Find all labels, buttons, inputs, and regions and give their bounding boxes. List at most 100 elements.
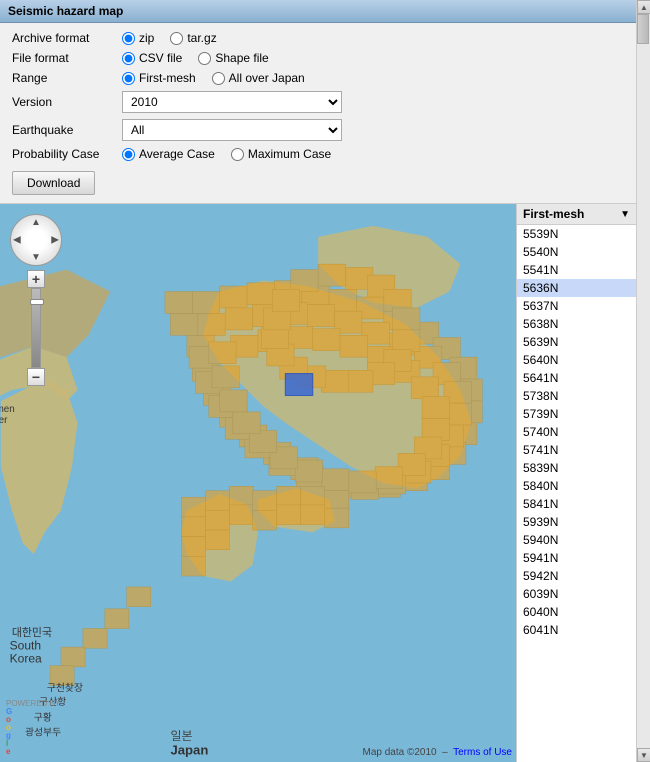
svg-text:일본: 일본 [170, 729, 192, 743]
mesh-panel: First-mesh ▼ 5539N5540N5541N5636N5637N56… [516, 204, 636, 762]
control-panel: Archive format zip tar.gz File format [0, 23, 636, 204]
google-text: Google [6, 708, 60, 756]
mesh-list-item[interactable]: 5541N [517, 261, 636, 279]
range-all-japan-option[interactable]: All over Japan [212, 71, 305, 85]
maximum-case-label: Maximum Case [248, 147, 331, 161]
title-bar: Seismic hazard map [0, 0, 636, 23]
zoom-controls: + − [10, 270, 62, 386]
archive-format-row: Archive format zip tar.gz [12, 31, 624, 45]
svg-text:대한민국: 대한민국 [12, 626, 52, 639]
probability-case-row: Probability Case Average Case Maximum Ca… [12, 147, 624, 161]
probability-case-label: Probability Case [12, 147, 122, 161]
average-case-option[interactable]: Average Case [122, 147, 215, 161]
range-first-mesh-label: First-mesh [139, 71, 196, 85]
file-csv-option[interactable]: CSV file [122, 51, 182, 65]
japan-map: 일본 Japan 대한민국 South Korea 구천찾장 구산항 구황 광성… [0, 204, 516, 762]
maximum-case-option[interactable]: Maximum Case [231, 147, 331, 161]
mesh-list-item[interactable]: 6041N [517, 621, 636, 639]
mesh-list-item[interactable]: 5740N [517, 423, 636, 441]
range-row: Range First-mesh All over Japan [12, 71, 624, 85]
file-format-label: File format [12, 51, 122, 65]
average-case-label: Average Case [139, 147, 215, 161]
terms-of-use-link[interactable]: Terms of Use [453, 747, 512, 758]
mesh-header-label: First-mesh [523, 207, 584, 221]
nav-pan-control[interactable]: ▲ ▼ ◀ ▶ [10, 214, 62, 266]
mesh-list[interactable]: 5539N5540N5541N5636N5637N5638N5639N5640N… [517, 225, 636, 762]
archive-targz-radio[interactable] [170, 32, 183, 45]
probability-case-controls: Average Case Maximum Case [122, 147, 331, 161]
file-csv-radio[interactable] [122, 52, 135, 65]
file-shape-label: Shape file [215, 51, 268, 65]
pan-left-arrow[interactable]: ◀ [13, 235, 21, 246]
svg-text:River: River [0, 415, 8, 426]
mesh-list-item[interactable]: 5738N [517, 387, 636, 405]
earthquake-controls: All [122, 119, 342, 141]
pan-up-arrow[interactable]: ▲ [31, 217, 41, 228]
map-footer: Map data ©2010 – Terms of Use [363, 747, 513, 758]
file-format-controls: CSV file Shape file [122, 51, 269, 65]
zoom-in-button[interactable]: + [27, 270, 45, 288]
version-row: Version 2010 2009 2008 [12, 91, 624, 113]
archive-targz-label: tar.gz [187, 31, 216, 45]
file-shape-option[interactable]: Shape file [198, 51, 268, 65]
archive-zip-label: zip [139, 31, 154, 45]
zoom-slider[interactable] [31, 288, 41, 368]
mesh-list-item[interactable]: 5839N [517, 459, 636, 477]
average-case-radio[interactable] [122, 148, 135, 161]
archive-zip-radio[interactable] [122, 32, 135, 45]
range-first-mesh-radio[interactable] [122, 72, 135, 85]
mesh-list-item[interactable]: 5941N [517, 549, 636, 567]
version-controls: 2010 2009 2008 [122, 91, 342, 113]
mesh-list-item[interactable]: 5942N [517, 567, 636, 585]
earthquake-select[interactable]: All [122, 119, 342, 141]
zoom-thumb[interactable] [30, 299, 44, 305]
scroll-thumb[interactable] [637, 14, 649, 44]
archive-format-label: Archive format [12, 31, 122, 45]
scroll-track[interactable] [637, 14, 650, 748]
mesh-list-item[interactable]: 5739N [517, 405, 636, 423]
zoom-out-button[interactable]: − [27, 368, 45, 386]
mesh-list-item[interactable]: 5641N [517, 369, 636, 387]
earthquake-row: Earthquake All [12, 119, 624, 141]
range-all-japan-label: All over Japan [229, 71, 305, 85]
file-shape-radio[interactable] [198, 52, 211, 65]
content-area: 일본 Japan 대한민국 South Korea 구천찾장 구산항 구황 광성… [0, 204, 636, 762]
range-controls: First-mesh All over Japan [122, 71, 305, 85]
scroll-up-button[interactable]: ▲ [637, 0, 650, 14]
version-select[interactable]: 2010 2009 2008 [122, 91, 342, 113]
archive-zip-option[interactable]: zip [122, 31, 154, 45]
range-label: Range [12, 71, 122, 85]
maximum-case-radio[interactable] [231, 148, 244, 161]
window-title: Seismic hazard map [8, 4, 123, 18]
window-scrollbar: ▲ ▼ [636, 0, 650, 762]
mesh-list-item[interactable]: 6039N [517, 585, 636, 603]
mesh-list-item[interactable]: 6040N [517, 603, 636, 621]
earthquake-label: Earthquake [12, 123, 122, 137]
range-all-japan-radio[interactable] [212, 72, 225, 85]
svg-text:Korea: Korea [10, 651, 42, 665]
svg-text:Tumen: Tumen [0, 404, 15, 415]
mesh-list-item[interactable]: 5540N [517, 243, 636, 261]
mesh-list-item[interactable]: 5637N [517, 297, 636, 315]
pan-down-arrow[interactable]: ▼ [31, 252, 41, 263]
mesh-list-item[interactable]: 5636N [517, 279, 636, 297]
archive-targz-option[interactable]: tar.gz [170, 31, 216, 45]
archive-format-controls: zip tar.gz [122, 31, 217, 45]
mesh-list-item[interactable]: 5939N [517, 513, 636, 531]
mesh-list-item[interactable]: 5640N [517, 351, 636, 369]
pan-right-arrow[interactable]: ▶ [51, 235, 59, 246]
mesh-list-item[interactable]: 5741N [517, 441, 636, 459]
mesh-list-item[interactable]: 5639N [517, 333, 636, 351]
mesh-sort-icon: ▼ [620, 209, 630, 220]
mesh-list-item[interactable]: 5539N [517, 225, 636, 243]
range-first-mesh-option[interactable]: First-mesh [122, 71, 196, 85]
mesh-list-item[interactable]: 5940N [517, 531, 636, 549]
mesh-list-item[interactable]: 5840N [517, 477, 636, 495]
mesh-list-item[interactable]: 5841N [517, 495, 636, 513]
download-row: Download [12, 167, 624, 195]
scroll-down-button[interactable]: ▼ [637, 748, 650, 762]
svg-text:Japan: Japan [170, 742, 208, 757]
mesh-list-item[interactable]: 5638N [517, 315, 636, 333]
download-button[interactable]: Download [12, 171, 95, 195]
map-container[interactable]: 일본 Japan 대한민국 South Korea 구천찾장 구산항 구황 광성… [0, 204, 516, 762]
